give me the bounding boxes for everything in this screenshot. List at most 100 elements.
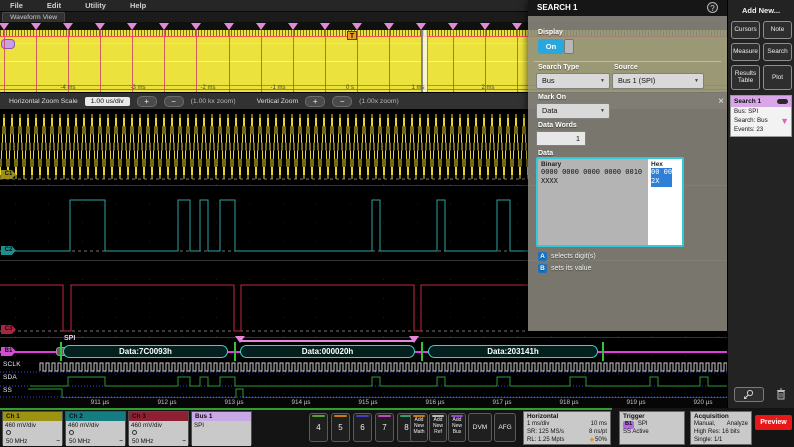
channel-scale: 460 mV/div: [68, 422, 123, 429]
time-axis-tick: 914 µs: [291, 399, 310, 406]
channel-badge-ch3[interactable]: Ch 3460 mV/div50 MHz~: [128, 411, 189, 445]
add-new-cursors-button[interactable]: Cursors: [731, 21, 760, 39]
acquisition-settings-badge[interactable]: Acquisition Manual, Analyze High Res: 16…: [690, 411, 752, 445]
display-toggle-knob[interactable]: [564, 39, 574, 54]
search-badge-title: Search 1: [734, 98, 761, 105]
add-new-plot-button[interactable]: Plot: [763, 65, 792, 90]
data-value-editor[interactable]: Binary 0000 0000 0000 0000 0010 XXXX Hex…: [536, 157, 684, 247]
tab-waveform-view[interactable]: Waveform View: [2, 12, 65, 22]
bus-decode-packet[interactable]: Data:7C0093h: [63, 345, 228, 358]
search-mark-line: [4, 30, 5, 92]
bus-boundary-tick: [234, 342, 236, 361]
binary-value[interactable]: 0000 0000 0000 0000 0010 XXXX: [541, 168, 645, 187]
search-type-dropdown[interactable]: Bus ▼: [536, 73, 610, 89]
channel-badge-ch2[interactable]: Ch 2460 mV/div50 MHz~: [65, 411, 126, 445]
channel-number: 4: [310, 417, 327, 439]
channel-badge-header: Bus 1: [192, 412, 251, 421]
horizontal-zoom-scale-value[interactable]: 1.00 us/div: [85, 97, 130, 106]
preview-button[interactable]: Preview: [755, 415, 792, 430]
search-result-badge[interactable]: Search 1 ▼ Bus: SPISearch: BusEvents: 23: [730, 95, 792, 137]
close-icon[interactable]: ×: [718, 97, 724, 107]
search-mark-line: [229, 30, 230, 92]
horizontal-zoom-readout: (1.00 kx zoom): [191, 98, 236, 105]
magnifier-icon: [743, 389, 755, 400]
horizontal-window: 10 ms: [591, 421, 607, 429]
search-mark-icon: [224, 23, 234, 30]
sample-rate: SR: 125 MS/s: [527, 429, 564, 437]
search-mark-line: [196, 30, 197, 92]
search-badge-header[interactable]: Search 1: [731, 96, 791, 107]
trigger-position-marker[interactable]: T: [347, 31, 357, 40]
overview-axis-label: -4 ms: [61, 85, 76, 91]
afg-button[interactable]: AFG: [494, 413, 516, 442]
hex-header: Hex: [651, 161, 679, 168]
data-words-input[interactable]: 1: [536, 131, 586, 146]
time-axis-tick: 916 µs: [425, 399, 444, 406]
digital-label-ss: SS: [3, 387, 12, 394]
channel-6-button[interactable]: 6: [353, 413, 372, 442]
horizontal-settings-badge[interactable]: Horizontal 1 ms/div 10 ms SR: 125 MS/s 8…: [523, 411, 611, 445]
add-new-ref-button[interactable]: Add New Ref: [429, 413, 447, 442]
channel-badge-body: 460 mV/div50 MHz~: [129, 421, 188, 446]
add-new-bus-button[interactable]: Add New Bus: [448, 413, 466, 442]
mark-on-value: Data: [542, 106, 557, 115]
plot-bottom-edge: [0, 408, 612, 410]
menu-utility[interactable]: Utility: [85, 1, 106, 10]
time-axis-tick: 919 µs: [626, 399, 645, 406]
mark-on-dropdown[interactable]: Data ▼: [536, 103, 610, 119]
bus-decode-packet[interactable]: Data:000020h: [240, 345, 415, 358]
search-mark-line: [485, 30, 486, 92]
add-new-note-button[interactable]: Note: [763, 21, 792, 39]
search-mark-icon: [409, 336, 419, 343]
dvm-button[interactable]: DVM: [468, 413, 492, 442]
chevron-down-icon: ▼: [600, 74, 605, 88]
channel-4-button[interactable]: 4: [309, 413, 328, 442]
search-mark-line: [100, 30, 101, 92]
delete-button[interactable]: [773, 386, 789, 402]
zoom-to-mark-button[interactable]: [734, 387, 764, 402]
search-mark-icon: [31, 23, 41, 30]
knob-a-hint-text: selects digit(s): [551, 253, 596, 260]
vertical-zoom-minus-button[interactable]: −: [332, 96, 352, 107]
bandwidth-icon: ~: [119, 438, 123, 445]
channel-5-button[interactable]: 5: [331, 413, 350, 442]
time-axis-tick: 917 µs: [492, 399, 511, 406]
overview-axis-label: -1 ms: [271, 85, 286, 91]
zoom-window-indicator[interactable]: [422, 30, 428, 92]
search-mark-line: [293, 30, 294, 92]
search-mark-icon: [320, 23, 330, 30]
vertical-zoom-plus-button[interactable]: +: [305, 96, 325, 107]
add-new-results-table-button[interactable]: Results Table: [731, 65, 760, 90]
mark-on-label: Mark On: [538, 94, 566, 101]
search-panel-title: SEARCH 1: [528, 0, 727, 16]
knob-b-hint: B sets its value: [538, 264, 591, 273]
add-new-measure-button[interactable]: Measure: [731, 43, 760, 61]
channel-badge-bus1[interactable]: Bus 1SPI: [191, 411, 252, 445]
bus-decode-packet[interactable]: Data:203141h: [428, 345, 598, 358]
channel-bandwidth: 50 MHz: [6, 438, 27, 445]
data-label: Data: [538, 150, 553, 157]
add-new-math-button[interactable]: Add New Math: [410, 413, 428, 442]
bus-boundary-tick: [602, 342, 604, 361]
menu-help[interactable]: Help: [130, 1, 146, 10]
trigger-detail: SS Active: [623, 429, 681, 437]
acquisition-mode: Manual,: [694, 421, 715, 429]
hex-value-selected[interactable]: 00 00 2X: [651, 168, 672, 187]
chevron-down-icon: ▼: [694, 74, 699, 88]
help-icon[interactable]: ?: [707, 2, 718, 13]
menu-file[interactable]: File: [10, 1, 23, 10]
source-label: Source: [614, 64, 638, 71]
trigger-settings-badge[interactable]: Trigger B1 SPI SS Active: [619, 411, 685, 445]
add-new-search-button[interactable]: Search: [763, 43, 792, 61]
digital-label-sclk: SCLK: [3, 361, 21, 368]
channel-badge-ch1[interactable]: Ch 1460 mV/div50 MHz~: [2, 411, 63, 445]
display-toggle[interactable]: On: [538, 39, 576, 54]
bottom-bar: Ch 1460 mV/div50 MHz~Ch 2460 mV/div50 MH…: [0, 408, 794, 447]
source-dropdown[interactable]: Bus 1 (SPI) ▼: [612, 73, 704, 89]
display-toggle-on: On: [538, 39, 564, 54]
search-type-value: Bus: [542, 76, 555, 85]
horizontal-zoom-plus-button[interactable]: +: [137, 96, 157, 107]
horizontal-zoom-minus-button[interactable]: −: [164, 96, 184, 107]
channel-7-button[interactable]: 7: [375, 413, 394, 442]
menu-edit[interactable]: Edit: [47, 1, 61, 10]
